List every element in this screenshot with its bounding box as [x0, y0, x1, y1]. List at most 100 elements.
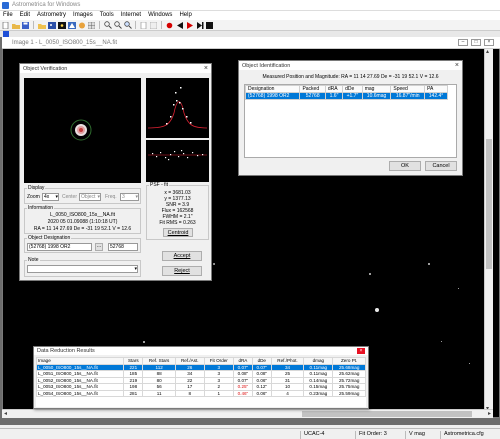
- table-row[interactable]: L_0054_ISO800_15s__NA.fit 281 11 8 1 0.46" 0.0…: [35, 389, 366, 397]
- scroll-thumb[interactable]: [302, 411, 472, 417]
- table-cell: 52768: [299, 92, 326, 100]
- centroid-button[interactable]: Centroid: [163, 228, 193, 237]
- status-catalog: UCAC-4: [300, 431, 324, 439]
- browse-button[interactable]: ...: [95, 243, 103, 251]
- menu-internet[interactable]: Internet: [118, 11, 145, 18]
- column-header[interactable]: Designation: [244, 85, 301, 93]
- column-header[interactable]: Packed: [299, 85, 326, 93]
- app-title: Astrometrica for Windows: [12, 2, 81, 8]
- object-identification-dialog: Object Identification × Measured Position…: [238, 60, 463, 176]
- horizontal-scrollbar[interactable]: ◂ ▸: [2, 409, 493, 418]
- grid-icon[interactable]: [87, 21, 96, 30]
- new-icon[interactable]: [1, 21, 10, 30]
- menu-edit[interactable]: Edit: [17, 11, 34, 18]
- designation-number-field[interactable]: 52768: [108, 243, 138, 251]
- minimize-icon[interactable]: –: [458, 39, 468, 46]
- magnifier-icon[interactable]: [123, 21, 132, 30]
- play-icon[interactable]: [185, 21, 194, 30]
- menu-astrometry[interactable]: Astrometry: [34, 11, 70, 18]
- column-header[interactable]: dRA: [324, 85, 344, 93]
- note-select[interactable]: ▾: [27, 265, 138, 273]
- star: [143, 341, 145, 343]
- prev-icon[interactable]: [175, 21, 184, 30]
- dialog-titlebar: Object Verification ×: [20, 64, 211, 73]
- zoom-in-icon[interactable]: [103, 21, 112, 30]
- vertical-scrollbar[interactable]: ▴ ▾: [484, 48, 493, 412]
- toolbar: [0, 20, 500, 31]
- reject-button[interactable]: Reject: [162, 266, 202, 276]
- table-cell: 0.46": [232, 389, 253, 397]
- scroll-right-icon[interactable]: ▸: [488, 410, 491, 417]
- stop-icon[interactable]: [205, 21, 214, 30]
- display-label: Display: [27, 185, 46, 191]
- menu-windows[interactable]: Windows: [145, 11, 176, 18]
- zoom-out-icon[interactable]: [113, 21, 122, 30]
- star-icon[interactable]: [57, 21, 66, 30]
- open-icon[interactable]: [11, 21, 20, 30]
- page-icon[interactable]: [139, 21, 148, 30]
- folder-icon[interactable]: [37, 21, 46, 30]
- star-zoom-view[interactable]: [24, 78, 141, 183]
- identification-table: Designation Packed dRA dDe mag Speed PA …: [244, 85, 448, 100]
- star: [375, 308, 379, 312]
- center-select[interactable]: Object ▾: [79, 193, 101, 201]
- column-header[interactable]: PA: [424, 85, 448, 93]
- scroll-thumb[interactable]: [486, 139, 492, 269]
- table-row[interactable]: (52768) 1998 OR2 52768 1.6" +1.7" 10.6ma…: [244, 92, 448, 100]
- menu-help[interactable]: Help: [176, 11, 195, 18]
- close-icon[interactable]: ×: [204, 65, 208, 72]
- zoom-value: 4x: [44, 194, 50, 200]
- info-datetime: 2020 05 01.09088 (1:10:18 UT): [47, 219, 118, 225]
- star: [458, 288, 459, 289]
- menu-images[interactable]: Images: [70, 11, 97, 18]
- column-header[interactable]: Speed: [390, 85, 426, 93]
- record-icon[interactable]: [165, 21, 174, 30]
- scroll-up-icon[interactable]: ▴: [486, 48, 489, 55]
- brightness-icon[interactable]: [77, 21, 86, 30]
- freq-stepper[interactable]: 3 ▾: [120, 193, 139, 201]
- column-header[interactable]: dDe: [342, 85, 363, 93]
- reject-label: Reject: [174, 268, 190, 274]
- info-filename: L_0050_ISO800_15s__NA.fit: [49, 212, 116, 218]
- close-icon[interactable]: ×: [455, 62, 459, 69]
- scroll-left-icon[interactable]: ◂: [4, 410, 7, 417]
- maximize-icon[interactable]: □: [471, 39, 481, 46]
- next-icon[interactable]: [195, 21, 204, 30]
- info-icon[interactable]: [149, 21, 158, 30]
- table-cell: 0.23mag: [303, 389, 334, 397]
- image-window-title: Image 1 - L_0050_ISO800_15s__NA.fit: [12, 40, 118, 46]
- star: [441, 341, 442, 342]
- table-cell: L_0054_ISO800_15s__NA.fit: [35, 389, 125, 397]
- results-table: Image Stars Ref. Stars Ref./Ast. Fit Ord…: [35, 357, 366, 397]
- status-mag-band: V mag: [405, 431, 425, 439]
- note-group: Note ▾: [24, 257, 141, 277]
- close-icon[interactable]: ×: [484, 39, 494, 46]
- close-icon[interactable]: ×: [357, 348, 365, 354]
- menu-file[interactable]: File: [0, 11, 17, 18]
- menu-bar: File Edit Astrometry Images Tools Internet Win…: [0, 11, 500, 20]
- image-icon[interactable]: [47, 21, 56, 30]
- results-list[interactable]: Image Stars Ref. Stars Ref./Ast. Fit Ord…: [35, 357, 366, 407]
- designation-group: Object Designation (52768) 1998 OR2 ... …: [24, 235, 141, 253]
- ok-button[interactable]: OK: [389, 161, 421, 171]
- cancel-button[interactable]: Cancel: [425, 161, 457, 171]
- psf-fit-label: PSF - fit: [149, 182, 170, 188]
- star: [369, 273, 371, 275]
- designation-label: Object Designation: [27, 235, 72, 241]
- dialog-title: Object Verification: [23, 66, 68, 72]
- toolbar-separator: [33, 21, 34, 29]
- psf-fit-rms: Fit RMS = 0.263: [159, 220, 196, 226]
- column-header[interactable]: mag: [361, 85, 392, 93]
- star: [469, 363, 470, 364]
- psf-fit-group: PSF - fit x = 3681.03 y = 1377.13 SNR = …: [146, 182, 209, 240]
- accept-button[interactable]: Accept: [162, 251, 202, 261]
- display-group: Display Zoom 4x ▾ Center Object ▾ Freq. 3 ▾: [24, 185, 141, 204]
- blink-icon[interactable]: [67, 21, 76, 30]
- save-icon[interactable]: [21, 21, 30, 30]
- identification-list[interactable]: Designation Packed dRA dDe mag Speed PA …: [244, 84, 457, 158]
- psf-residual-plot: [146, 140, 209, 182]
- zoom-select[interactable]: 4x ▾: [42, 193, 59, 201]
- designation-field[interactable]: (52768) 1998 OR2: [27, 243, 92, 251]
- menu-tools[interactable]: Tools: [97, 11, 118, 18]
- freq-label: Freq.: [105, 194, 117, 200]
